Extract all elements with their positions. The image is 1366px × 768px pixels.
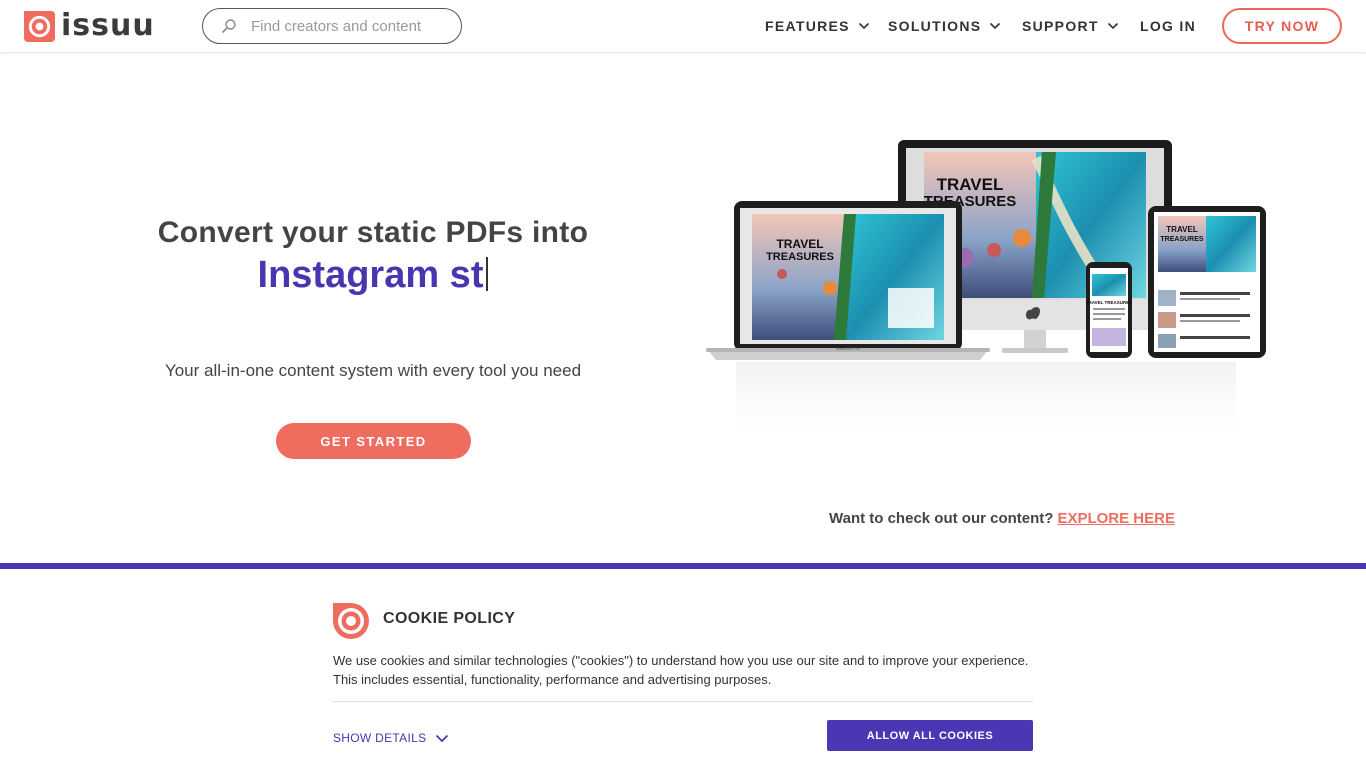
chevron-down-icon <box>990 22 1001 30</box>
explore-prompt-text: Want to check out our content? <box>829 510 1054 527</box>
svg-text:MacBook Pro: MacBook Pro <box>836 346 861 351</box>
login-label: LOG IN <box>1140 18 1197 34</box>
nav-support[interactable]: SUPPORT <box>1022 0 1119 52</box>
cookie-description: We use cookies and similar technologies … <box>333 653 1029 687</box>
svg-text:TREASURES: TREASURES <box>766 251 834 263</box>
search-input[interactable] <box>251 17 451 35</box>
hero-subtitle: Your all-in-one content system with ever… <box>164 361 582 380</box>
hero-title: Convert your static PDFs into <box>157 216 589 249</box>
allow-all-cookies-button[interactable]: ALLOW ALL COOKIES <box>827 720 1033 751</box>
show-details-toggle[interactable]: SHOW DETAILS <box>333 731 449 745</box>
cookie-banner: COOKIE POLICY We use cookies and similar… <box>0 563 1366 768</box>
issuu-logo-icon <box>24 10 55 42</box>
hero-rotating-text-wrap: Instagram st <box>120 254 626 297</box>
svg-text:TRAVEL: TRAVEL <box>776 237 823 251</box>
cookie-divider <box>333 701 1033 702</box>
search-icon <box>222 19 236 33</box>
show-details-label: SHOW DETAILS <box>333 731 427 745</box>
issuu-logo[interactable]: issuu <box>24 10 155 42</box>
search-box[interactable] <box>202 8 462 44</box>
site-header: issuu FEATURES SOLUTIONS SUPPORT LOG IN … <box>0 0 1366 52</box>
chevron-down-icon <box>436 734 449 742</box>
svg-text:TREASURES: TREASURES <box>1160 236 1204 243</box>
chevron-down-icon <box>1107 22 1118 30</box>
try-now-button[interactable]: TRY NOW <box>1222 8 1342 44</box>
nav-solutions-label: SOLUTIONS <box>888 18 982 34</box>
login-link[interactable]: LOG IN <box>1140 0 1196 52</box>
logo-wordmark: issuu <box>61 8 155 43</box>
explore-here-link[interactable]: EXPLORE HERE <box>1057 510 1175 527</box>
svg-text:TRAVEL: TRAVEL <box>1166 225 1198 234</box>
devices-illustration: TRAVEL TREASURES TRAVEL TREASURES MacBoo… <box>706 140 1266 448</box>
hero-rotating-text: Instagram st <box>257 254 484 296</box>
explore-prompt: Want to check out our content? EXPLORE HE… <box>829 510 1175 527</box>
get-started-button[interactable]: GET STARTED <box>276 423 471 459</box>
nav-features-label: FEATURES <box>765 18 850 34</box>
nav-support-label: SUPPORT <box>1022 18 1099 34</box>
cookie-title: COOKIE POLICY <box>383 610 516 627</box>
typing-caret <box>486 257 489 291</box>
svg-text:TRAVEL TREASURES: TRAVEL TREASURES <box>1086 300 1133 305</box>
nav-features[interactable]: FEATURES <box>765 0 870 52</box>
issuu-logo-icon <box>333 603 369 639</box>
chevron-down-icon <box>858 22 869 30</box>
svg-text:TRAVEL: TRAVEL <box>937 175 1004 194</box>
nav-solutions[interactable]: SOLUTIONS <box>888 0 1001 52</box>
